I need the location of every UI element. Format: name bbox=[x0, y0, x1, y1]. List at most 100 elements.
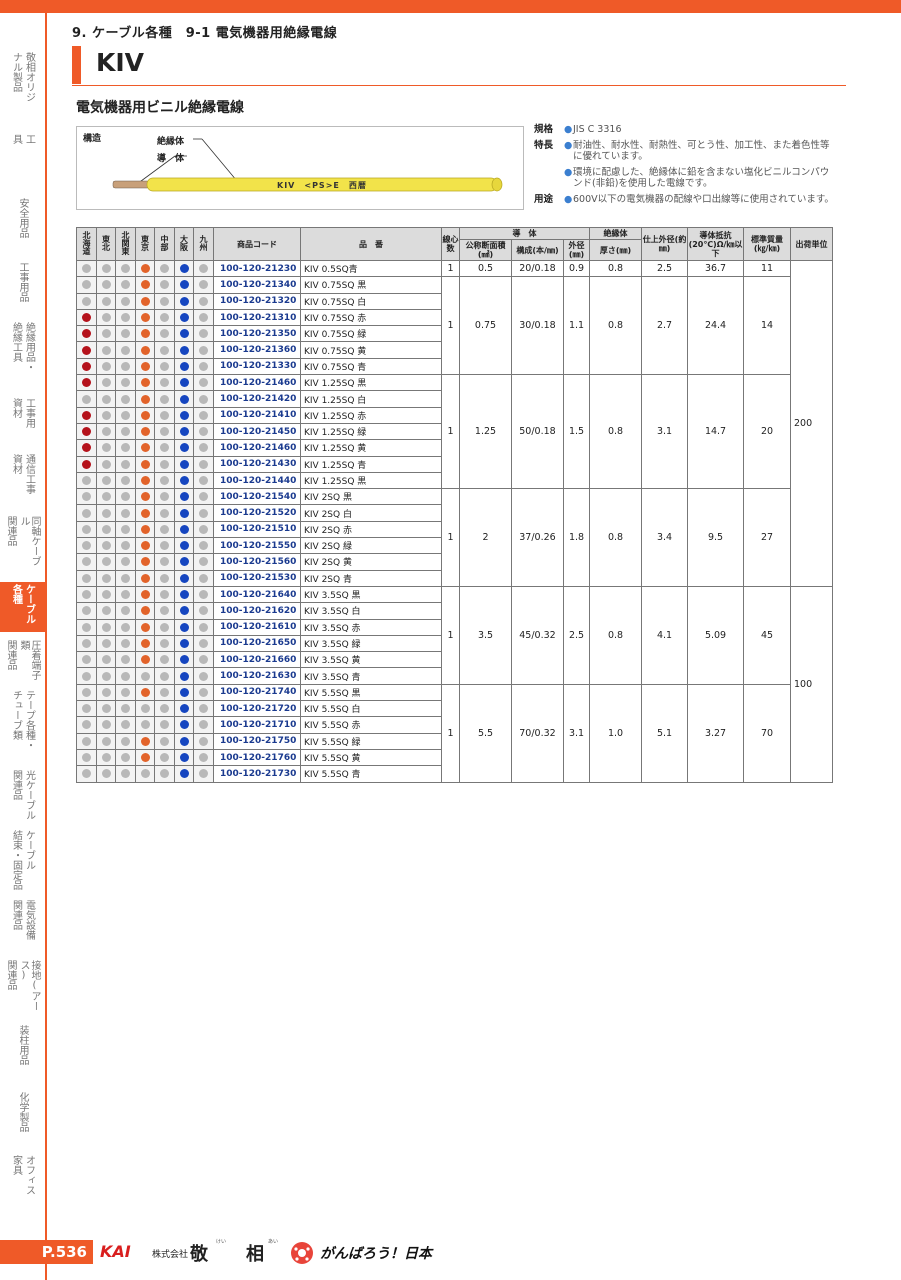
product-code[interactable]: 100-120-21440 bbox=[213, 471, 301, 490]
product-code[interactable]: 100-120-21740 bbox=[213, 683, 301, 702]
sidebar-item-5[interactable]: 資材 工事用 bbox=[0, 398, 45, 446]
product-code[interactable]: 100-120-21330 bbox=[213, 357, 301, 376]
table-row[interactable]: 100-120-21460 KIV 1.25SQ 黒 1 1.25 50/0.18 1.5… bbox=[76, 374, 833, 490]
gray-dot-icon bbox=[121, 313, 130, 323]
product-code[interactable]: 100-120-21620 bbox=[213, 602, 301, 620]
region-availability-cell bbox=[193, 748, 214, 767]
product-code[interactable]: 100-120-21410 bbox=[213, 406, 301, 424]
page-title: KIV bbox=[96, 48, 145, 77]
product-code[interactable]: 100-120-21550 bbox=[213, 537, 301, 555]
blue-dot-icon bbox=[179, 296, 189, 306]
sidebar-item-12[interactable]: 結束・固定品 ケーブル bbox=[0, 830, 45, 896]
bullet-icon: ● bbox=[564, 124, 573, 135]
sidebar-item-1[interactable]: 具工 bbox=[0, 134, 45, 184]
sidebar-item-16[interactable]: 化学製品 bbox=[0, 1092, 45, 1148]
product-code[interactable]: 100-120-21630 bbox=[213, 667, 301, 685]
gray-dot-icon bbox=[101, 476, 111, 485]
gray-dot-icon bbox=[101, 769, 111, 779]
finish-cell: 5.1 bbox=[641, 683, 689, 783]
sidebar-item-6[interactable]: 資材 通信工事 bbox=[0, 454, 45, 514]
sidebar-item-13[interactable]: 関連品 電気設備 bbox=[0, 900, 45, 956]
product-code[interactable]: 100-120-21450 bbox=[213, 422, 301, 441]
product-code[interactable]: 100-120-21420 bbox=[213, 390, 301, 408]
region-header: 東北 bbox=[96, 227, 116, 261]
region-availability-cell bbox=[76, 520, 97, 539]
product-code[interactable]: 100-120-21430 bbox=[213, 455, 301, 473]
region-availability-cell bbox=[135, 341, 155, 359]
orange-dot-icon bbox=[140, 638, 150, 648]
construction-cell: 70/0.32 bbox=[511, 683, 564, 783]
region-availability-cell bbox=[193, 357, 214, 376]
sidebar-item-14[interactable]: 関連品 接地(アース) bbox=[0, 960, 45, 1020]
region-availability-cell bbox=[135, 602, 155, 620]
product-code[interactable]: 100-120-21320 bbox=[213, 292, 301, 310]
region-availability-cell bbox=[76, 700, 97, 718]
sidebar-item-11[interactable]: 関連品 光ケーブル bbox=[0, 770, 45, 824]
blue-dot-icon bbox=[179, 753, 189, 763]
product-code[interactable]: 100-120-21360 bbox=[213, 341, 301, 359]
region-availability-cell bbox=[154, 422, 175, 441]
gray-dot-icon bbox=[160, 753, 169, 763]
product-name: KIV 5.5SQ 白 bbox=[300, 700, 442, 718]
gray-dot-icon bbox=[121, 769, 130, 779]
table-row[interactable]: 100-120-21640 KIV 3.5SQ 黒 1 3.5 45/0.32 2.5 0.… bbox=[76, 585, 834, 783]
region-availability-cell bbox=[154, 259, 175, 278]
gray-dot-icon bbox=[160, 410, 169, 420]
region-availability-cell bbox=[174, 422, 194, 441]
sidebar-item-4[interactable]: 絶縁工具 絶縁用品・ bbox=[0, 322, 45, 382]
gray-dot-icon bbox=[199, 704, 208, 714]
product-code[interactable]: 100-120-21710 bbox=[213, 716, 301, 734]
product-code[interactable]: 100-120-21340 bbox=[213, 276, 301, 294]
sidebar-item-3[interactable]: 工事用品 bbox=[0, 262, 45, 318]
product-code[interactable]: 100-120-21730 bbox=[213, 765, 301, 783]
product-code[interactable]: 100-120-21760 bbox=[213, 748, 301, 767]
sidebar-item-15[interactable]: 装柱用品 bbox=[0, 1025, 45, 1085]
region-availability-cell bbox=[174, 439, 194, 457]
sidebar-item-label: 圧着端子類 bbox=[18, 640, 40, 680]
region-availability-cell bbox=[135, 553, 155, 571]
region-availability-cell bbox=[174, 471, 194, 490]
gray-dot-icon bbox=[121, 606, 130, 616]
orange-dot-icon bbox=[140, 736, 150, 746]
product-code[interactable]: 100-120-21560 bbox=[213, 553, 301, 571]
product-code[interactable]: 100-120-21510 bbox=[213, 520, 301, 539]
sidebar-item-8[interactable]: 各種 ケーブル bbox=[0, 582, 45, 632]
product-code[interactable]: 100-120-21530 bbox=[213, 569, 301, 587]
region-availability-cell bbox=[193, 732, 214, 750]
product-code[interactable]: 100-120-21460 bbox=[213, 374, 301, 392]
sidebar-item-10[interactable]: チューブ類 テープ各種・ bbox=[0, 690, 45, 764]
table-row[interactable]: 100-120-21540 KIV 2SQ 黒 1 2 37/0.26 1.8 0.8 3.4… bbox=[76, 488, 833, 587]
region-availability-cell bbox=[135, 683, 155, 702]
region-availability-cell bbox=[76, 585, 97, 604]
product-code[interactable]: 100-120-21310 bbox=[213, 308, 301, 327]
product-code[interactable]: 100-120-21460 bbox=[213, 439, 301, 457]
product-code[interactable]: 100-120-21610 bbox=[213, 618, 301, 636]
product-code[interactable]: 100-120-21640 bbox=[213, 585, 301, 604]
product-code[interactable]: 100-120-21350 bbox=[213, 325, 301, 343]
product-code[interactable]: 100-120-21660 bbox=[213, 651, 301, 669]
sidebar-item-7[interactable]: 関連品 同軸ケーブル bbox=[0, 516, 45, 572]
product-code[interactable]: 100-120-21650 bbox=[213, 634, 301, 653]
product-name: KIV 0.75SQ 赤 bbox=[300, 308, 442, 327]
product-code[interactable]: 100-120-21230 bbox=[213, 259, 301, 278]
product-code[interactable]: 100-120-21540 bbox=[213, 488, 301, 506]
region-header: 東京 bbox=[135, 227, 155, 261]
product-code[interactable]: 100-120-21720 bbox=[213, 700, 301, 718]
table-row[interactable]: 100-120-21340 KIV 0.75SQ 黒 1 0.75 30/0.18 1.1… bbox=[76, 276, 833, 376]
region-availability-cell bbox=[174, 602, 194, 620]
product-code[interactable]: 100-120-21520 bbox=[213, 504, 301, 522]
sidebar-item-label: 具 bbox=[10, 134, 22, 144]
region-availability-cell bbox=[193, 700, 214, 718]
region-availability-cell bbox=[96, 748, 116, 767]
sidebar-item-17[interactable]: 家具 オフィス bbox=[0, 1155, 45, 1211]
product-code[interactable]: 100-120-21750 bbox=[213, 732, 301, 750]
table-row[interactable]: 100-120-21740 KIV 5.5SQ 黒 1 5.5 70/0.32 3.1 1.… bbox=[76, 683, 833, 783]
region-availability-cell bbox=[135, 732, 155, 750]
sidebar-item-9[interactable]: 関連品 圧着端子類 bbox=[0, 640, 45, 688]
sidebar-item-0[interactable]: ナル製品 敬相オリジ bbox=[0, 52, 45, 118]
gray-dot-icon bbox=[121, 573, 130, 583]
sidebar-item-2[interactable]: 安全用品 bbox=[0, 198, 45, 254]
region-availability-cell bbox=[76, 537, 97, 555]
table-row[interactable]: 100-120-21230 KIV 0.5SQ青 1 0.5 20/0.18 0.9 0.8… bbox=[76, 259, 834, 587]
title-accent bbox=[72, 46, 81, 84]
